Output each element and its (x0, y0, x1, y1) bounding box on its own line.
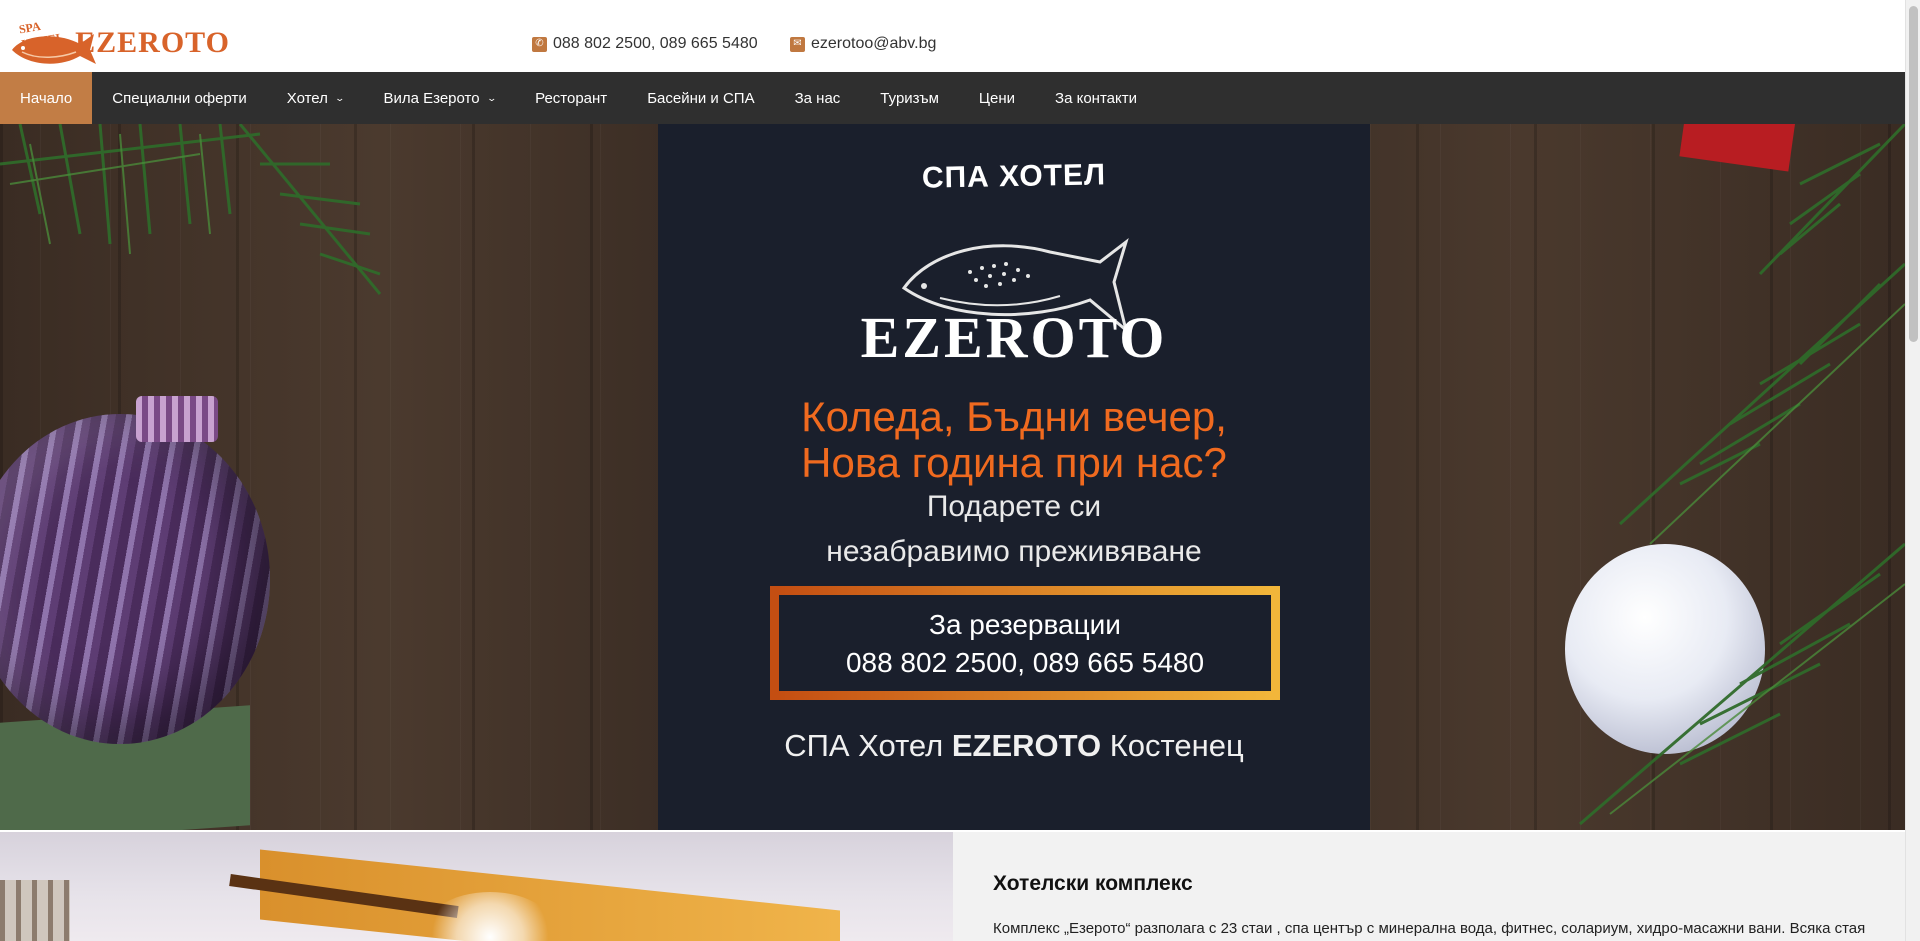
nav-item-label: За нас (794, 89, 841, 107)
page: SPA HOTEL EZEROTO ✆ 088 802 2500, 089 66… (0, 0, 1905, 941)
email-text: ezerotoo@abv.bg (811, 35, 937, 52)
nav-item-3[interactable]: Вила Езерото ⌄ (363, 72, 515, 124)
chevron-down-icon: ⌄ (486, 92, 497, 103)
room-window (0, 880, 70, 941)
nav-item-label: Начало (20, 89, 73, 107)
nav-item-label: Специални оферти (112, 89, 247, 107)
envelope-icon: ✉ (790, 36, 805, 52)
logo-wordmark: EZEROTO (75, 26, 230, 59)
complex-title: Хотелски комплекс (993, 872, 1193, 895)
nav-item-7[interactable]: Туризъм (860, 72, 959, 124)
nav-item-5[interactable]: Басейни и СПА (627, 72, 774, 124)
scrollbar-thumb[interactable] (1909, 6, 1918, 342)
nav-item-8[interactable]: Цени (959, 72, 1035, 124)
main-nav: Начало Специални оферти Хотел ⌄ Вила Езерото… (0, 72, 1905, 124)
poster-sub-line1: Подарете си (926, 490, 1102, 523)
poster-box-line2: 088 802 2500, 089 665 5480 (845, 647, 1205, 678)
nav-item-label: Хотел (286, 89, 328, 107)
poster-brand: EZEROTO (860, 305, 1168, 370)
logo-fish-icon: SPA HOTEL (10, 16, 96, 68)
page-scrollbar[interactable] (1905, 0, 1920, 941)
christmas-poster: СПА ХОТЕЛ EZEROTO Коледа, Бъдни вечер, Н… (658, 124, 1370, 830)
site-logo[interactable]: SPA HOTEL EZEROTO (10, 16, 230, 68)
chevron-down-icon: ⌄ (334, 92, 345, 103)
poster-headline: Коледа, Бъдни вечер, Нова година при нас… (658, 394, 1370, 486)
poster-footer-post: Костенец (1109, 728, 1244, 763)
poster-headline-line1: Коледа, Бъдни вечер, (801, 393, 1227, 440)
phone-icon: ✆ (532, 36, 547, 52)
header-email[interactable]: ✉ ezerotoo@abv.bg (790, 35, 936, 53)
nav-item-9[interactable]: За контакти (1035, 72, 1157, 124)
poster-subtitle: Подарете си незабравимо преживяване (658, 484, 1370, 574)
nav-item-label: Ресторант (535, 89, 608, 107)
complex-description: Комплекс „Езерото“ разполага с 23 стаи ,… (993, 920, 1866, 937)
nav-item-2[interactable]: Хотел ⌄ (267, 72, 364, 124)
nav-item-label: Туризъм (880, 89, 939, 107)
nav-item-label: Вила Езерото (383, 89, 480, 107)
poster-spa-hotel: СПА ХОТЕЛ (921, 158, 1107, 195)
nav-item-1[interactable]: Специални оферти (92, 72, 266, 124)
poster-headline-line2: Нова година при нас? (801, 439, 1227, 486)
poster-reservation-box: За резервации 088 802 2500, 089 665 5480 (770, 586, 1280, 700)
poster-box-line1: За резервации (929, 609, 1121, 640)
poster-footer-brand: EZEROTO (951, 728, 1102, 763)
poster-footer-pre: СПА Хотел (784, 728, 944, 763)
header: SPA HOTEL EZEROTO ✆ 088 802 2500, 089 66… (0, 0, 1905, 72)
nav-item-4[interactable]: Ресторант (515, 72, 627, 124)
hotel-complex-section: Хотелски комплекс Комплекс „Езерото“ раз… (0, 832, 1905, 941)
header-phone[interactable]: ✆ 088 802 2500, 089 665 5480 (532, 35, 758, 53)
nav-item-0[interactable]: Начало (0, 72, 93, 124)
hotel-room-image (0, 832, 953, 941)
nav-item-label: Басейни и СПА (647, 89, 755, 107)
poster-footer: СПА Хотел EZEROTO Костенец (658, 728, 1370, 764)
poster-sub-line2: незабравимо преживяване (826, 535, 1202, 568)
nav-item-label: За контакти (1055, 89, 1137, 107)
nav-item-label: Цени (978, 89, 1016, 107)
nav-item-6[interactable]: За нас (775, 72, 861, 124)
phone-text: 088 802 2500, 089 665 5480 (553, 35, 758, 52)
complex-text-block: Хотелски комплекс Комплекс „Езерото“ раз… (993, 872, 1873, 940)
hero-banner[interactable]: СПА ХОТЕЛ EZEROTO Коледа, Бъдни вечер, Н… (0, 124, 1905, 830)
